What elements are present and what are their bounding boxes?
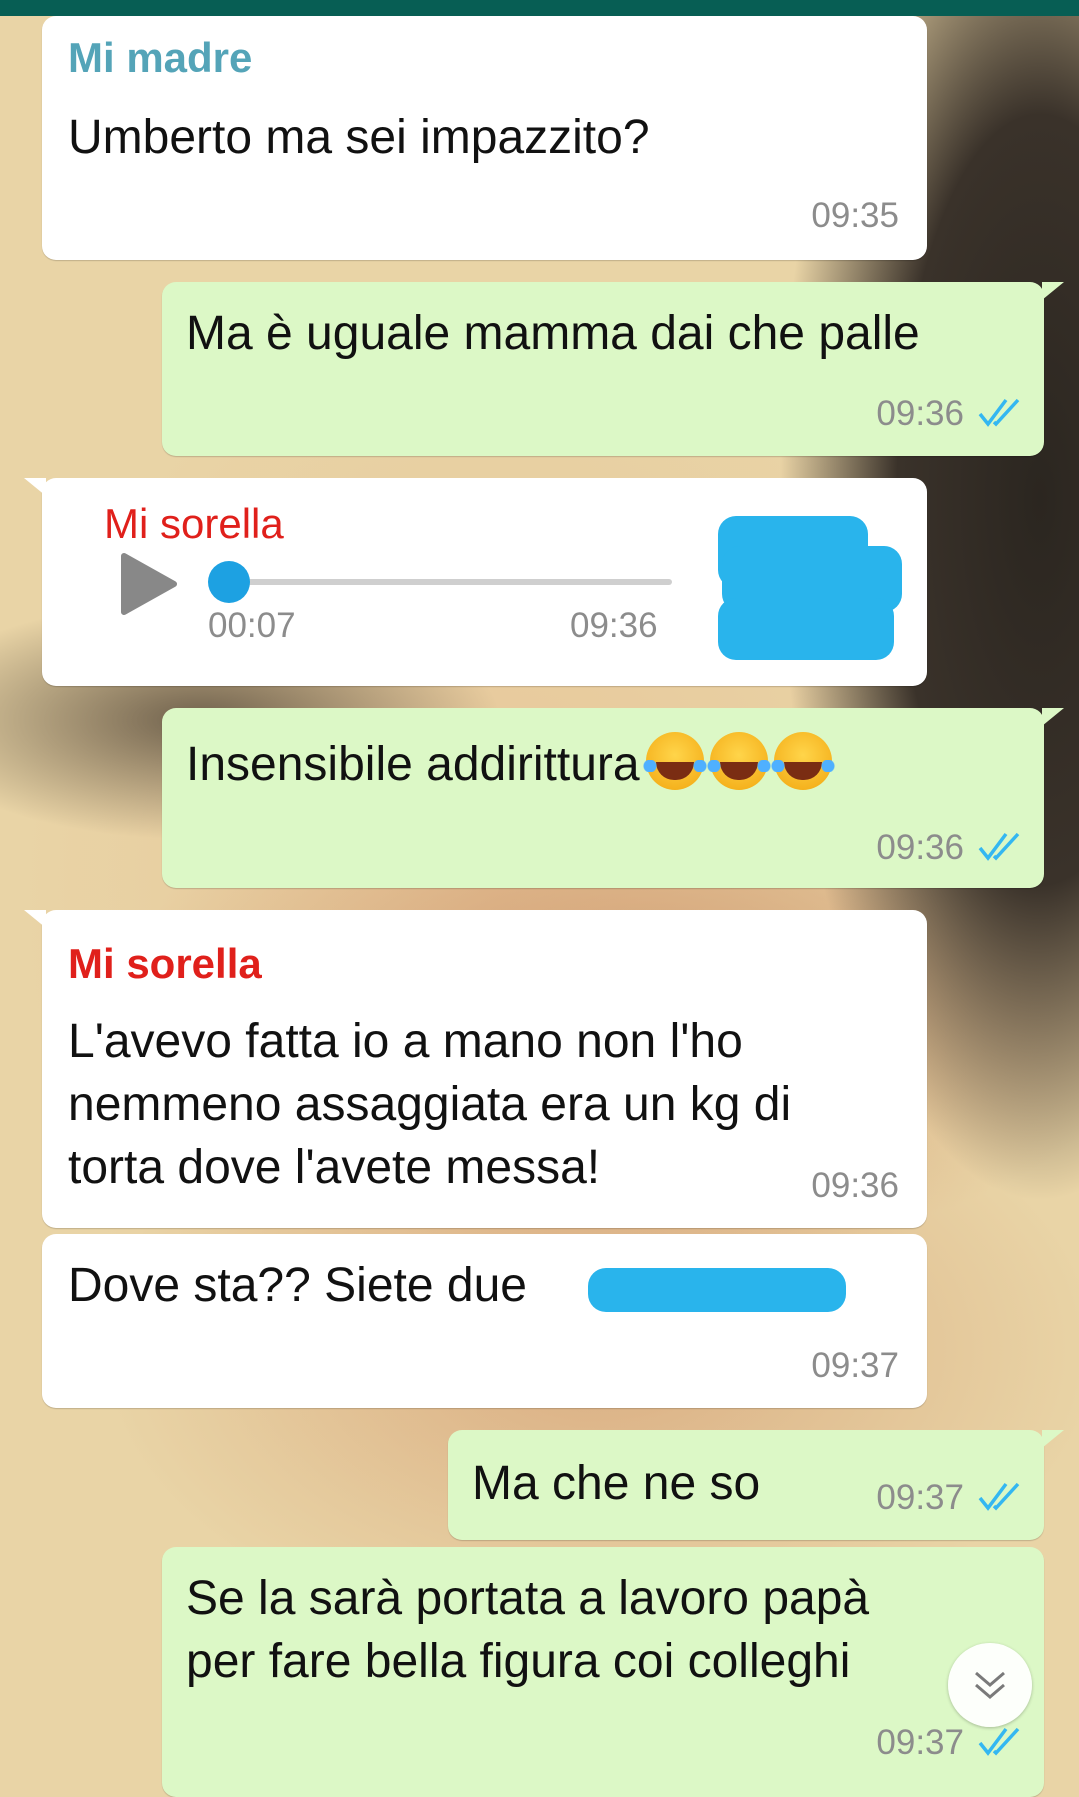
double-check-icon: [978, 832, 1020, 861]
message-text: Insensibile addirittura: [186, 732, 836, 796]
avatar: [718, 516, 908, 666]
message-text: Ma che ne so: [472, 1457, 761, 1510]
sender-name: Mi madre: [68, 34, 253, 81]
message-incoming-voice-note[interactable]: Mi sorella 00:07 09:36: [24, 478, 927, 686]
audio-progress-thumb[interactable]: [208, 561, 250, 603]
message-text-line: Se la sarà portata a lavoro papà: [186, 1572, 870, 1625]
chevron-double-down-icon: [975, 1671, 1005, 1699]
message-outgoing[interactable]: Ma che ne so 09:37: [448, 1430, 1064, 1540]
face-with-tears-of-joy-icon: [641, 732, 708, 790]
message-outgoing[interactable]: Ma è uguale mamma dai che palle 09:36: [162, 282, 1064, 456]
message-text: Umberto ma sei impazzito?: [68, 111, 650, 164]
message-incoming-sister[interactable]: Dove sta?? Siete due 09:37: [42, 1234, 927, 1408]
message-time: 09:36: [876, 828, 964, 867]
redacted-avatar: [718, 598, 894, 660]
message-outgoing[interactable]: Insensibile addirittura 09:36: [162, 708, 1064, 888]
message-text-line: L'avevo fatta io a mano non l'ho: [68, 1015, 743, 1068]
double-check-icon: [978, 1482, 1020, 1511]
sender-name: Mi sorella: [104, 500, 284, 547]
message-incoming-mother[interactable]: Mi madre Umberto ma sei impazzito? 09:35: [42, 16, 927, 260]
audio-duration: 00:07: [208, 606, 296, 645]
sender-name: Mi sorella: [68, 940, 262, 987]
message-time: 09:37: [876, 1723, 964, 1762]
message-time: 09:35: [811, 196, 899, 235]
app-header-bar: [0, 0, 1079, 16]
face-with-tears-of-joy-icon: [769, 732, 836, 790]
message-time: 09:36: [876, 394, 964, 433]
message-outgoing[interactable]: Se la sarà portata a lavoro papà per far…: [162, 1547, 1044, 1797]
message-text: Ma è uguale mamma dai che palle: [186, 307, 920, 360]
message-text: Dove sta?? Siete due: [68, 1259, 527, 1312]
face-with-tears-of-joy-icon: [705, 732, 772, 790]
double-check-icon: [978, 1727, 1020, 1756]
message-text-line: torta dove l'avete messa!: [68, 1141, 601, 1194]
message-time: 09:36: [811, 1166, 899, 1205]
message-text-body: Insensibile addirittura: [186, 738, 640, 791]
play-icon[interactable]: [120, 552, 178, 616]
redacted-text: [588, 1268, 846, 1312]
audio-progress-track[interactable]: [226, 579, 672, 585]
double-check-icon: [978, 398, 1020, 427]
message-text-line: per fare bella figura coi colleghi: [186, 1635, 851, 1688]
message-time: 09:37: [811, 1346, 899, 1385]
message-text-line: nemmeno assaggiata era un kg di: [68, 1078, 792, 1131]
message-time: 09:37: [876, 1478, 964, 1517]
message-time: 09:36: [570, 606, 658, 645]
scroll-to-bottom-button[interactable]: [948, 1643, 1032, 1727]
message-incoming-sister[interactable]: Mi sorella L'avevo fatta io a mano non l…: [24, 910, 927, 1228]
